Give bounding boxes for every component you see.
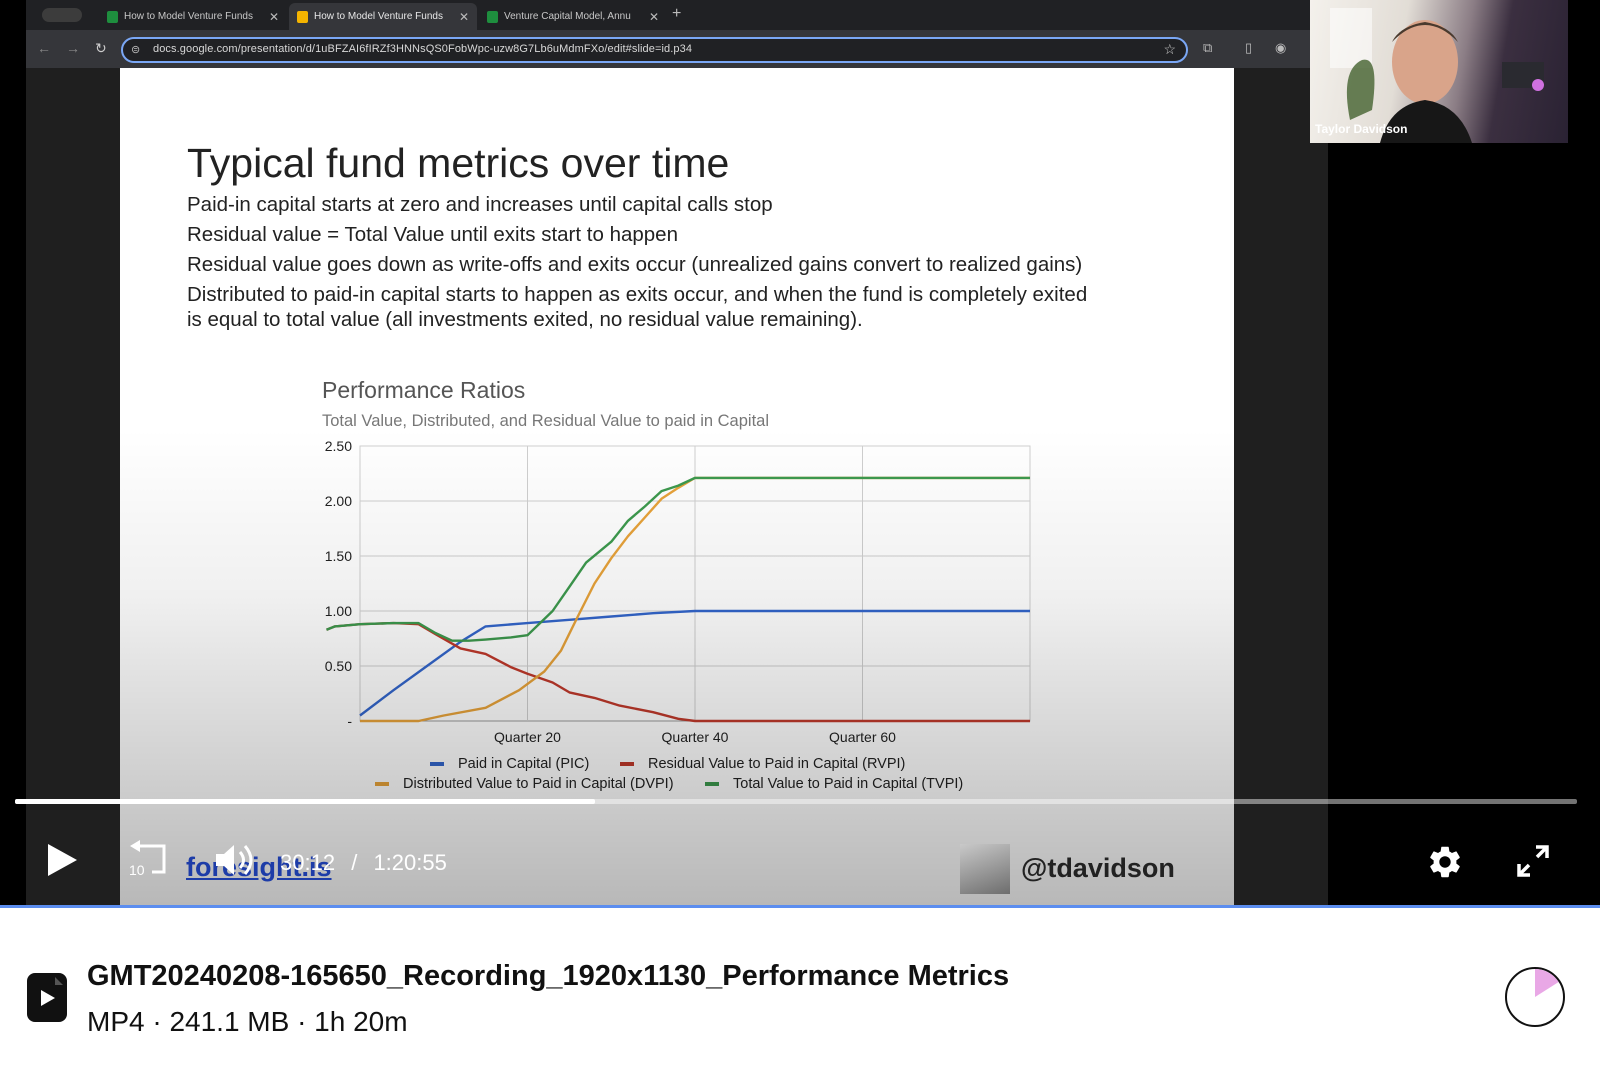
seek-bar-played bbox=[15, 799, 596, 804]
new-tab-button[interactable]: + bbox=[672, 5, 681, 23]
y-tick-label: - bbox=[347, 713, 352, 729]
y-tick-label: 2.50 bbox=[325, 438, 352, 454]
x-tick-label: Quarter 40 bbox=[662, 729, 729, 745]
legend-label: Residual Value to Paid in Capital (RVPI) bbox=[648, 756, 905, 772]
side-panel-icon[interactable]: ▯ bbox=[1245, 40, 1252, 56]
bookmark-star-icon[interactable]: ☆ bbox=[1163, 41, 1176, 58]
extensions-icon[interactable]: ⧉ bbox=[1203, 40, 1212, 56]
sheets-icon bbox=[107, 10, 118, 23]
seek-bar[interactable] bbox=[15, 799, 1577, 804]
legend-label: Paid in Capital (PIC) bbox=[458, 756, 589, 772]
browser-tab-label: Venture Capital Model, Annu bbox=[504, 11, 631, 22]
file-title: GMT20240208-165650_Recording_1920x1130_P… bbox=[87, 960, 1010, 992]
download-progress-indicator[interactable] bbox=[1504, 966, 1566, 1028]
browser-tab-2[interactable]: How to Model Venture Funds ✕ bbox=[289, 3, 477, 30]
forward-icon[interactable]: → bbox=[66, 40, 80, 56]
x-tick-label: Quarter 20 bbox=[494, 729, 561, 745]
legend-swatch bbox=[620, 762, 634, 766]
time-separator: / bbox=[351, 850, 358, 875]
fullscreen-icon[interactable] bbox=[1516, 844, 1550, 878]
time-display: 30:12 / 1:20:55 bbox=[280, 850, 447, 876]
y-tick-label: 2.00 bbox=[325, 493, 352, 509]
x-tick-label: Quarter 60 bbox=[829, 729, 896, 745]
presentation-slide: Typical fund metrics over time Paid-in c… bbox=[120, 68, 1234, 905]
browser-tab-label: How to Model Venture Funds bbox=[314, 11, 443, 22]
close-icon[interactable]: ✕ bbox=[649, 10, 659, 24]
performance-ratios-chart: - 0.50 1.00 1.50 2.00 2.50 Quarter 20 Quarter … bbox=[325, 438, 1031, 792]
close-icon[interactable]: ✕ bbox=[269, 10, 279, 24]
series-line bbox=[326, 621, 1030, 723]
settings-gear-icon[interactable] bbox=[1426, 843, 1464, 881]
current-time: 30:12 bbox=[280, 850, 336, 875]
play-icon bbox=[41, 977, 63, 1006]
legend-swatch bbox=[430, 762, 444, 766]
url-text: docs.google.com/presentation/d/1uBFZAI6f… bbox=[153, 43, 693, 55]
presenter-name: Taylor Davidson bbox=[1315, 122, 1408, 136]
series-line bbox=[326, 476, 1030, 642]
legend-label: Total Value to Paid in Capital (TVPI) bbox=[733, 776, 963, 792]
y-tick-label: 0.50 bbox=[325, 658, 352, 674]
browser-tab-label: How to Model Venture Funds bbox=[124, 11, 253, 22]
legend-swatch bbox=[705, 782, 719, 786]
reload-icon[interactable]: ↻ bbox=[95, 40, 107, 57]
y-tick-label: 1.00 bbox=[325, 603, 352, 619]
site-settings-icon[interactable]: ⊜ bbox=[131, 43, 140, 56]
video-file-icon bbox=[27, 973, 67, 1022]
legend-swatch bbox=[375, 782, 389, 786]
play-icon[interactable] bbox=[44, 842, 80, 878]
profile-icon[interactable]: ◉ bbox=[1275, 40, 1286, 56]
back-icon[interactable]: ← bbox=[37, 40, 51, 56]
skip-back-seconds: 10 bbox=[129, 862, 145, 878]
close-icon[interactable]: ✕ bbox=[459, 10, 469, 24]
video-player[interactable]: How to Model Venture Funds ✕ How to Mode… bbox=[0, 0, 1600, 905]
browser-tab-1[interactable]: How to Model Venture Funds ✕ bbox=[99, 3, 287, 30]
browser-tab-3[interactable]: Venture Capital Model, Annu ✕ bbox=[479, 3, 667, 30]
legend-label: Distributed Value to Paid in Capital (DV… bbox=[403, 776, 674, 792]
player-accent-line bbox=[0, 905, 1600, 908]
url-bar[interactable]: ⊜ docs.google.com/presentation/d/1uBFZAI… bbox=[121, 37, 1188, 63]
tab-group-pill[interactable] bbox=[42, 8, 82, 22]
duration: 1:20:55 bbox=[373, 850, 447, 875]
skip-back-10-button[interactable]: 10 bbox=[126, 840, 170, 880]
file-meta: MP4 · 241.1 MB · 1h 20m bbox=[87, 1006, 408, 1037]
y-tick-label: 1.50 bbox=[325, 548, 352, 564]
author-photo bbox=[960, 844, 1010, 894]
volume-icon[interactable] bbox=[214, 842, 260, 878]
twitter-handle: @tdavidson bbox=[1021, 853, 1175, 883]
sheets-icon bbox=[487, 10, 498, 23]
slides-icon bbox=[297, 10, 308, 23]
webcam-thumbnail: Taylor Davidson bbox=[1310, 0, 1568, 143]
